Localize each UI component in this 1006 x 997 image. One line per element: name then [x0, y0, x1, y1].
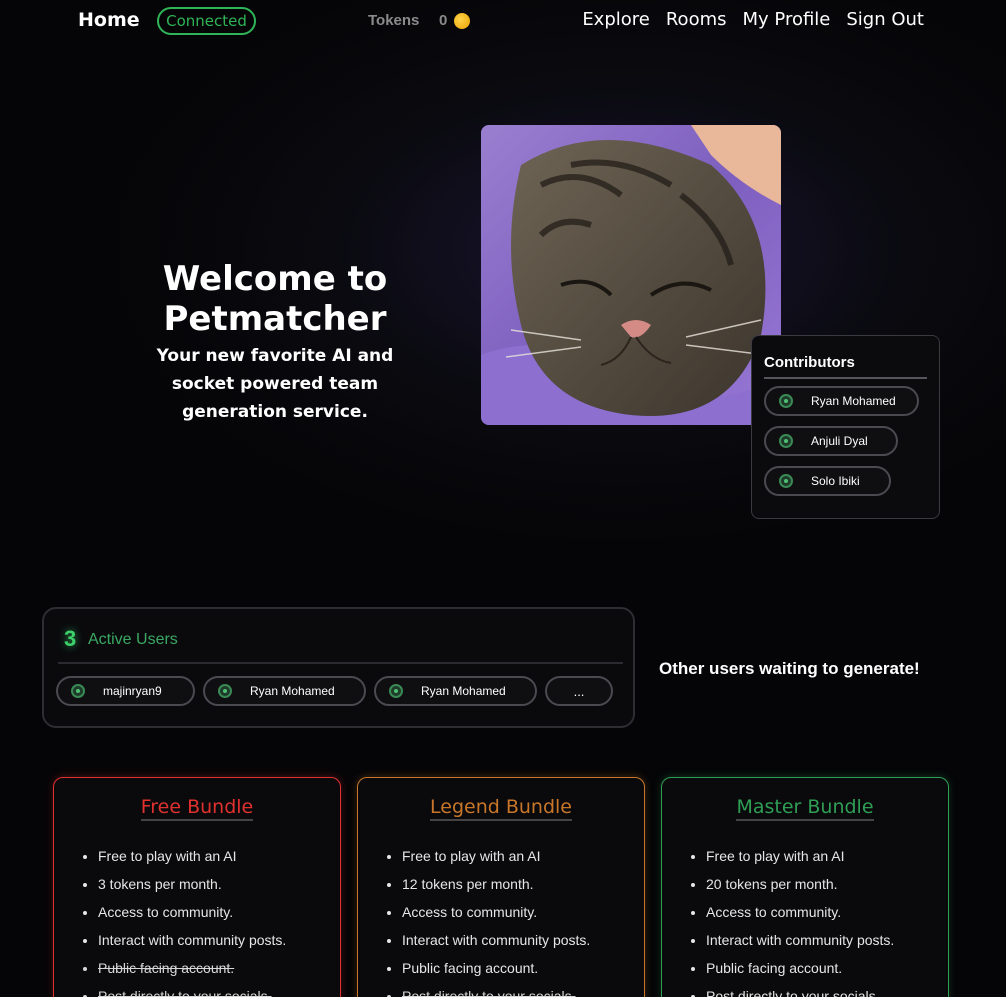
- active-user-name: Ryan Mohamed: [250, 684, 335, 698]
- contributor-name: Ryan Mohamed: [811, 394, 896, 408]
- active-users-card: 3 Active Users majinryan9 Ryan Mohamed R…: [42, 607, 635, 728]
- feature-item: Access to community.: [98, 898, 286, 926]
- waiting-users-text: Other users waiting to generate!: [659, 659, 920, 678]
- home-link[interactable]: Home: [78, 9, 140, 31]
- hero-cat-image: [481, 125, 781, 425]
- feature-list: Free to play with an AI 3 tokens per mon…: [98, 842, 286, 997]
- feature-item: Free to play with an AI: [706, 842, 894, 870]
- contributor-name: Solo Ibiki: [811, 474, 860, 488]
- feature-item: Free to play with an AI: [98, 842, 286, 870]
- active-users-count: 3: [64, 626, 77, 651]
- avatar-icon: [71, 684, 85, 698]
- bundle-title: Free Bundle: [140, 796, 254, 821]
- nav-sign-out-link[interactable]: Sign Out: [846, 9, 924, 30]
- feature-item: 3 tokens per month.: [98, 870, 286, 898]
- feature-item: 12 tokens per month.: [402, 870, 590, 898]
- feature-item: Public facing account.: [98, 954, 286, 982]
- contributors-title: Contributors: [764, 354, 927, 379]
- active-user-name: Ryan Mohamed: [421, 684, 506, 698]
- nav-rooms-link[interactable]: Rooms: [666, 9, 727, 30]
- feature-item: Access to community.: [706, 898, 894, 926]
- feature-item: Interact with community posts.: [402, 926, 590, 954]
- contributor-name: Anjuli Dyal: [811, 434, 868, 448]
- feature-item: Post directly to your socials.: [706, 982, 894, 997]
- free-bundle-card[interactable]: Free Bundle Free to play with an AI 3 to…: [53, 777, 341, 997]
- sleeping-cat-illustration: [481, 125, 781, 425]
- nav-explore-link[interactable]: Explore: [582, 9, 650, 30]
- feature-item: 20 tokens per month.: [706, 870, 894, 898]
- bundle-title: Master Bundle: [736, 796, 874, 821]
- active-users-label: Active Users: [88, 631, 178, 648]
- tokens-count: 0: [439, 12, 448, 29]
- bundle-title: Legend Bundle: [430, 796, 572, 821]
- status-dot-icon: [779, 434, 793, 448]
- connection-status-badge: Connected: [157, 7, 256, 35]
- feature-item: Interact with community posts.: [706, 926, 894, 954]
- active-user-pill[interactable]: Ryan Mohamed: [203, 676, 366, 706]
- legend-bundle-card[interactable]: Legend Bundle Free to play with an AI 12…: [357, 777, 645, 997]
- feature-list: Free to play with an AI 12 tokens per mo…: [402, 842, 590, 997]
- hero-subtitle: Your new favorite AI and socket powered …: [156, 346, 394, 422]
- status-dot-icon: [779, 474, 793, 488]
- tokens-label: Tokens: [368, 12, 420, 29]
- feature-item: Access to community.: [402, 898, 590, 926]
- status-dot-icon: [779, 394, 793, 408]
- feature-item: Post directly to your socials.: [402, 982, 590, 997]
- avatar-icon: [389, 684, 403, 698]
- feature-item: Free to play with an AI: [402, 842, 590, 870]
- feature-item: Public facing account.: [402, 954, 590, 982]
- coin-icon: [454, 13, 470, 29]
- nav-my-profile-link[interactable]: My Profile: [743, 9, 831, 30]
- master-bundle-card[interactable]: Master Bundle Free to play with an AI 20…: [661, 777, 949, 997]
- contributor-pill[interactable]: Solo Ibiki: [764, 466, 891, 496]
- avatar-icon: [218, 684, 232, 698]
- divider: [58, 662, 623, 664]
- active-user-pill[interactable]: Ryan Mohamed: [374, 676, 537, 706]
- more-users-button[interactable]: ...: [545, 676, 613, 706]
- feature-item: Post directly to your socials.: [98, 982, 286, 997]
- active-user-name: majinryan9: [103, 684, 162, 698]
- feature-list: Free to play with an AI 20 tokens per mo…: [706, 842, 894, 997]
- top-nav: Home Connected Tokens 0 Explore Rooms My…: [0, 0, 1006, 42]
- contributor-pill[interactable]: Anjuli Dyal: [764, 426, 898, 456]
- feature-item: Interact with community posts.: [98, 926, 286, 954]
- nav-links: Explore Rooms My Profile Sign Out: [582, 9, 924, 30]
- feature-item: Public facing account.: [706, 954, 894, 982]
- active-user-pill[interactable]: majinryan9: [56, 676, 195, 706]
- contributor-pill[interactable]: Ryan Mohamed: [764, 386, 919, 416]
- contributors-card: Contributors Ryan Mohamed Anjuli Dyal So…: [751, 335, 940, 519]
- hero-title: Welcome to Petmatcher: [162, 259, 388, 339]
